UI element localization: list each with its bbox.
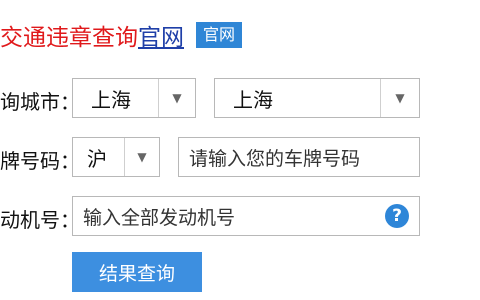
query-button[interactable]: 结果查询 [72, 252, 202, 292]
site-title: 交通违章查询 [0, 25, 138, 51]
chevron-down-icon[interactable]: ▼ [158, 79, 195, 117]
page-header: 交通违章查询 官网 官网 [0, 18, 243, 52]
province-select[interactable]: 上海 ▼ [72, 78, 196, 118]
plate-label: 牌号码： [0, 149, 80, 173]
plate-prefix-value: 沪 [87, 146, 107, 171]
city-select[interactable]: 上海 ▼ [214, 78, 420, 118]
plate-number-input[interactable]: 请输入您的车牌号码 [178, 137, 420, 177]
plate-prefix-select[interactable]: 沪 ▼ [72, 137, 160, 177]
chevron-down-icon[interactable]: ▼ [380, 79, 419, 117]
engine-number-input[interactable]: 输入全部发动机号 ? [72, 196, 420, 236]
plate-number-placeholder: 请输入您的车牌号码 [189, 147, 361, 170]
province-value: 上海 [91, 87, 131, 112]
question-circle-icon[interactable]: ? [385, 204, 409, 228]
traffic-violation-query-page: 交通违章查询 官网 官网 询城市： 上海 ▼ 上海 ▼ 牌号码： 沪 ▼ 请输入… [0, 0, 480, 300]
engine-number-placeholder: 输入全部发动机号 [83, 206, 236, 229]
engine-label: 动机号： [0, 208, 80, 232]
official-site-link[interactable]: 官网 [138, 18, 184, 52]
city-value: 上海 [233, 87, 273, 112]
chevron-down-icon[interactable]: ▼ [124, 138, 159, 176]
city-label: 询城市： [0, 90, 80, 114]
official-badge[interactable]: 官网 [196, 22, 243, 48]
